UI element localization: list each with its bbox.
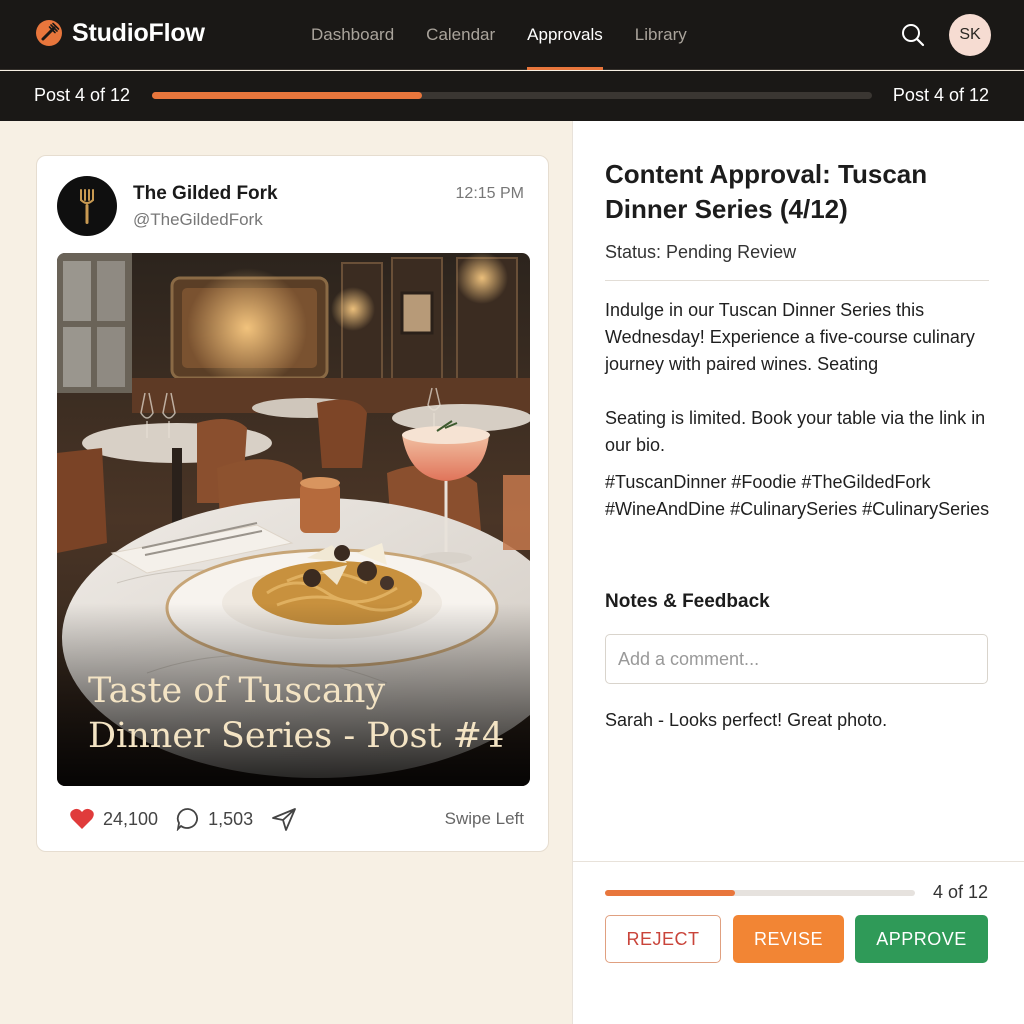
post-position-label-right: Post 4 of 12 [892, 85, 989, 105]
post-position-label: Post 4 of 12 [34, 85, 131, 105]
caption-paragraph-2: Seating is limited. Book your table via … [605, 408, 986, 455]
nav-library[interactable]: Library [635, 0, 687, 70]
post-time: 12:15 PM [455, 185, 524, 202]
review-progress-bar [605, 890, 915, 896]
fork-icon [80, 189, 94, 224]
status-label: Status: Pending Review [605, 242, 797, 262]
main-nav: Dashboard Calendar Approvals Library [311, 0, 719, 70]
heart-icon [70, 808, 94, 829]
nav-calendar[interactable]: Calendar [426, 0, 495, 70]
like-button[interactable]: 24,100 [69, 807, 158, 831]
post-progress-bar [152, 92, 872, 99]
post-image[interactable]: Taste of Tuscany Dinner Series - Post #4 [57, 253, 530, 786]
comment-input[interactable] [605, 634, 988, 684]
fork-logo-icon [36, 20, 62, 46]
share-button[interactable] [271, 807, 297, 831]
post-preview-card: The Gilded Fork @TheGildedFork 12:15 PM [36, 155, 549, 852]
preview-pane: The Gilded Fork @TheGildedFork 12:15 PM [0, 121, 572, 1024]
reject-button[interactable]: REJECT [605, 915, 721, 963]
search-icon[interactable] [900, 22, 926, 48]
comment-button[interactable]: 1,503 [176, 807, 253, 831]
app-name: StudioFlow [72, 18, 205, 47]
approval-footer: 4 of 12 REJECT REVISE APPROVE [573, 861, 1024, 1024]
comment-count: 1,503 [208, 808, 254, 829]
divider [605, 280, 989, 281]
review-panel: Content Approval: Tuscan Dinner Series (… [572, 121, 1024, 1024]
app-logo[interactable]: StudioFlow [34, 18, 205, 48]
swipe-hint: Swipe Left [444, 809, 524, 828]
account-handle: @TheGildedFork [133, 210, 263, 229]
image-caption: Taste of Tuscany Dinner Series - Post #4 [88, 671, 505, 756]
account-name: The Gilded Fork [133, 183, 278, 204]
hashtags: #TuscanDinner #Foodie #TheGildedFork #Wi… [605, 472, 990, 519]
top-nav: StudioFlow Dashboard Calendar Approvals … [0, 0, 1024, 70]
revise-button[interactable]: REVISE [733, 915, 844, 963]
caption-paragraph-1: Indulge in our Tuscan Dinner Series this… [605, 300, 975, 374]
like-count: 24,100 [103, 808, 159, 829]
review-title: Content Approval: Tuscan Dinner Series (… [605, 159, 928, 224]
existing-comment: Sarah - Looks perfect! Great photo. [605, 710, 888, 730]
notes-heading: Notes & Feedback [605, 591, 770, 612]
approve-button[interactable]: APPROVE [855, 915, 988, 963]
send-icon [272, 808, 297, 831]
post-progress-fill [152, 92, 422, 99]
nav-approvals[interactable]: Approvals [527, 0, 603, 70]
post-actions: 24,100 1,503 Swipe Left [69, 804, 524, 834]
account-avatar [57, 176, 117, 236]
review-progress-fill [605, 890, 736, 896]
review-count: 4 of 12 [932, 882, 988, 902]
comment-bubble-icon [176, 808, 199, 831]
user-avatar[interactable]: SK [949, 14, 991, 56]
post-progress-strip: Post 4 of 12 Post 4 of 12 [0, 71, 1024, 121]
nav-dashboard[interactable]: Dashboard [311, 0, 394, 70]
